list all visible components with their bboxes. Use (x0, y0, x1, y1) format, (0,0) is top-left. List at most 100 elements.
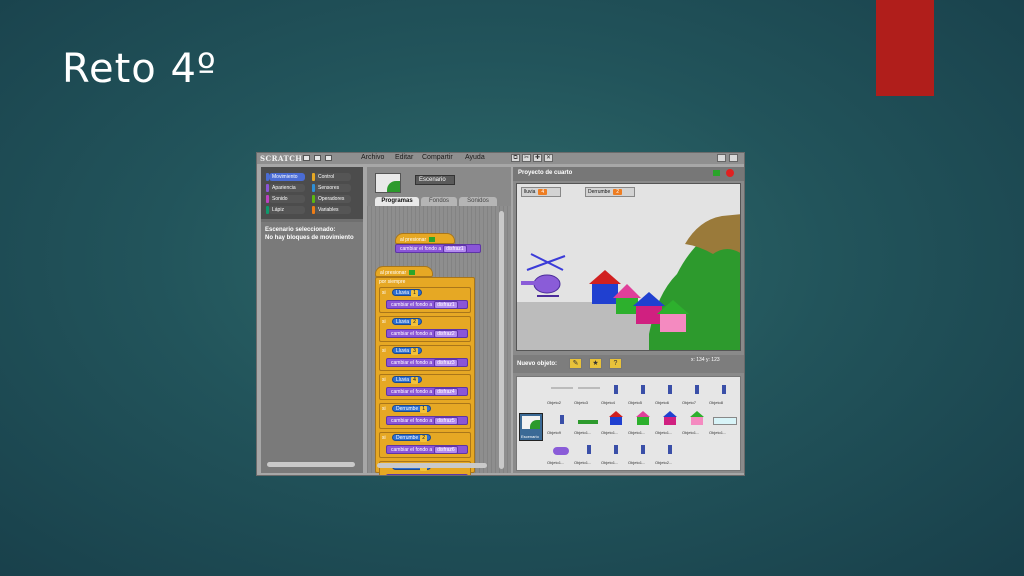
costume-slot[interactable]: disfraz2 (434, 330, 458, 338)
equals-condition[interactable]: Lluvia 1 (392, 289, 422, 297)
stage-mode-small-icon[interactable] (717, 154, 726, 162)
if-label: si (382, 435, 386, 441)
sprite-thumbnail[interactable]: Objeto1... (628, 441, 656, 465)
sprite-thumbnail[interactable]: Objeto4 (601, 381, 629, 405)
if-block[interactable]: si Lluvia 1 cambiar el fondo a disfraz1 (379, 287, 471, 313)
category-sonido[interactable]: Sonido (269, 195, 305, 203)
sprite-label: Objeto1... (655, 430, 673, 435)
menu-compartir[interactable]: Compartir (422, 154, 453, 161)
costume-slot[interactable]: disfraz1 (443, 245, 467, 253)
costume-slot[interactable]: disfraz3 (434, 359, 458, 367)
menu-ayuda[interactable]: Ayuda (465, 154, 485, 161)
sprite-thumbnail[interactable]: Objeto1... (574, 411, 602, 435)
when-flag-hat-block[interactable]: al presionar (395, 233, 455, 244)
category-movimiento[interactable]: Movimiento (269, 173, 305, 181)
category-apariencia[interactable]: Apariencia (269, 184, 305, 192)
condition-value[interactable]: 3 (411, 348, 418, 355)
costume-slot[interactable]: disfraz6 (434, 446, 458, 454)
share-icon[interactable] (325, 155, 332, 161)
costume-slot[interactable]: disfraz4 (434, 388, 458, 396)
switch-backdrop-block[interactable]: cambiar el fondo a disfraz1 (386, 300, 468, 309)
condition-value[interactable]: 1 (411, 290, 418, 297)
sprite-thumbnail[interactable]: Objeto1... (601, 441, 629, 465)
delete-tool-icon[interactable]: ✂ (522, 154, 531, 162)
menu-editar[interactable]: Editar (395, 154, 413, 161)
if-block[interactable]: si Derrumbe 2 cambiar el fondo a disfraz6 (379, 432, 471, 458)
tab-sonidos[interactable]: Sonidos (459, 197, 497, 206)
sprite-thumbnail[interactable]: Objeto1... (682, 411, 710, 435)
equals-condition[interactable]: Derrumbe 1 (392, 405, 432, 413)
sprite-thumbnail[interactable]: Objeto9 (547, 411, 575, 435)
switch-backdrop-block[interactable]: cambiar el fondo a disfraz2 (386, 329, 468, 338)
stop-button[interactable] (726, 169, 734, 177)
if-block[interactable]: si Lluvia 2 cambiar el fondo a disfraz2 (379, 316, 471, 342)
sprite-thumbnail[interactable]: Objeto1... (547, 441, 575, 465)
sprite-thumbnail[interactable]: Objeto1... (655, 411, 683, 435)
sprite-thumbnail[interactable]: Objeto2... (655, 441, 683, 465)
sprite-label: Objeto9 (547, 430, 562, 435)
stage-canvas[interactable]: lluvia 4 Derrumbe 2 (516, 183, 741, 351)
tab-programas[interactable]: Programas (375, 197, 419, 206)
choose-sprite-icon[interactable]: ★ (589, 358, 602, 369)
stage-mode-full-icon[interactable] (729, 154, 738, 162)
condition-value[interactable]: 4 (411, 377, 418, 384)
equals-condition[interactable]: Lluvia 3 (392, 347, 422, 355)
equals-condition[interactable]: Derrumbe 2 (392, 434, 432, 442)
save-icon[interactable] (314, 155, 321, 161)
stage-thumbnail[interactable]: Escenario (519, 413, 543, 441)
category-sensores[interactable]: Sensores (315, 184, 351, 192)
sprite-name-field[interactable]: Escenario (415, 175, 455, 185)
condition-value[interactable]: 1 (420, 406, 428, 413)
switch-backdrop-block[interactable]: cambiar el fondo a (386, 474, 468, 475)
switch-backdrop-block[interactable]: cambiar el fondo a disfraz5 (386, 416, 468, 425)
switch-backdrop-block[interactable]: cambiar el fondo a disfraz6 (386, 445, 468, 454)
sprite-label: Objeto1... (574, 430, 592, 435)
when-flag-hat-block[interactable]: al presionar (375, 266, 433, 277)
scripts-horizontal-scrollbar[interactable] (377, 463, 487, 468)
switch-backdrop-block[interactable]: cambiar el fondo a disfraz1 (395, 244, 481, 253)
sprite-thumbnail[interactable]: Objeto6 (655, 381, 683, 405)
category-control[interactable]: Control (315, 173, 351, 181)
scripts-vertical-scrollbar[interactable] (499, 211, 504, 469)
sprite-label: Objeto1... (628, 460, 646, 465)
menu-archivo[interactable]: Archivo (361, 154, 384, 161)
condition-value[interactable]: 2 (411, 319, 418, 326)
sprite-thumbnail[interactable]: Objeto8 (709, 381, 737, 405)
shrink-tool-icon[interactable]: ✕ (544, 154, 553, 162)
sprite-thumbnail[interactable]: Objeto3 (574, 381, 602, 405)
equals-condition[interactable]: Lluvia 4 (392, 376, 422, 384)
if-block[interactable]: si Lluvia 3 cambiar el fondo a disfraz3 (379, 345, 471, 371)
sprite-thumbnail[interactable]: Objeto1... (709, 411, 737, 435)
duplicate-tool-icon[interactable]: ⧉ (511, 154, 520, 162)
category-operadores[interactable]: Operadores (315, 195, 351, 203)
sprite-thumbnail[interactable]: Objeto2 (547, 381, 575, 405)
sprite-thumbnail[interactable]: Objeto5 (628, 381, 656, 405)
person-icon (641, 385, 645, 394)
if-block[interactable]: si Derrumbe 1 cambiar el fondo a disfraz5 (379, 403, 471, 429)
switch-backdrop-block[interactable]: cambiar el fondo a disfraz4 (386, 387, 468, 396)
surprise-sprite-icon[interactable]: ? (609, 358, 622, 369)
if-block[interactable]: si Lluvia 4 cambiar el fondo a disfraz4 (379, 374, 471, 400)
project-title: Proyecto de cuarto (518, 170, 573, 176)
sprite-label: Objeto2 (547, 400, 562, 405)
equals-condition[interactable]: Lluvia 2 (392, 318, 422, 326)
sprite-thumbnail[interactable]: Objeto1... (574, 441, 602, 465)
costume-slot[interactable]: disfraz1 (434, 301, 458, 309)
sprite-thumbnail[interactable]: Objeto1... (601, 411, 629, 435)
paint-sprite-icon[interactable]: ✎ (569, 358, 582, 369)
sprite-thumbnail[interactable]: Objeto1... (628, 411, 656, 435)
switch-backdrop-block[interactable]: cambiar el fondo a disfraz3 (386, 358, 468, 367)
category-lapiz[interactable]: Lápiz (269, 206, 305, 214)
sprite-label: Objeto4 (601, 400, 616, 405)
green-flag-button[interactable] (713, 170, 720, 176)
condition-value[interactable]: 2 (420, 435, 428, 442)
slide-title: Reto 4º (62, 46, 217, 92)
grow-tool-icon[interactable]: ✚ (533, 154, 542, 162)
stage-thumbnail-label: Escenario (521, 434, 539, 439)
palette-scrollbar[interactable] (267, 462, 355, 467)
tab-fondos[interactable]: Fondos (421, 197, 457, 206)
globe-icon[interactable] (303, 155, 310, 161)
category-variables[interactable]: Variables (315, 206, 351, 214)
costume-slot[interactable]: disfraz5 (434, 417, 458, 425)
sprite-thumbnail[interactable]: Objeto7 (682, 381, 710, 405)
